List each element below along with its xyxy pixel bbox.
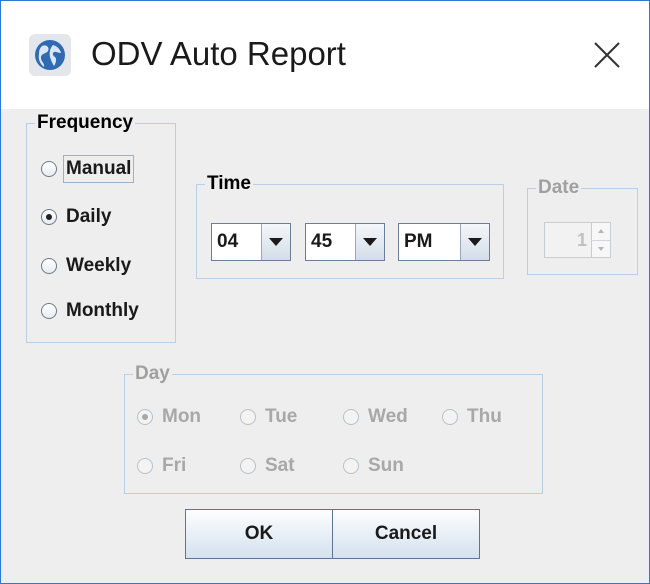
radio-circle[interactable]	[240, 409, 256, 425]
radio-tue-label: Tue	[265, 406, 298, 427]
radio-sun-label: Sun	[368, 455, 404, 476]
radio-circle[interactable]	[41, 303, 57, 319]
radio-thu[interactable]: Thu	[442, 401, 502, 433]
chevron-down-icon[interactable]	[460, 224, 489, 260]
radio-tue[interactable]: Tue	[240, 401, 297, 433]
radio-wed[interactable]: Wed	[343, 401, 408, 433]
radio-thu-label: Thu	[467, 406, 502, 427]
close-icon[interactable]	[589, 37, 625, 73]
radio-circle[interactable]	[240, 458, 256, 474]
radio-circle[interactable]	[41, 258, 57, 274]
spinner-up-icon[interactable]	[592, 223, 610, 241]
chevron-down-icon[interactable]	[261, 224, 290, 260]
radio-circle[interactable]	[41, 209, 57, 225]
hour-value: 04	[217, 231, 239, 252]
hour-select[interactable]: 04	[211, 223, 291, 261]
time-legend: Time	[207, 173, 252, 194]
radio-fri-label: Fri	[162, 455, 187, 476]
radio-weekly[interactable]: Weekly	[41, 250, 131, 282]
radio-sat-label: Sat	[265, 455, 295, 476]
radio-sun[interactable]: Sun	[343, 450, 404, 482]
radio-wed-label: Wed	[368, 406, 408, 427]
day-legend: Day	[135, 363, 170, 384]
minute-select[interactable]: 45	[305, 223, 385, 261]
radio-circle[interactable]	[343, 409, 359, 425]
frequency-legend: Frequency	[37, 112, 134, 133]
radio-daily-label: Daily	[66, 206, 112, 227]
spinner-down-icon[interactable]	[592, 240, 610, 257]
radio-monthly[interactable]: Monthly	[41, 295, 139, 327]
ok-button[interactable]: OK	[185, 509, 333, 559]
radio-circle[interactable]	[343, 458, 359, 474]
radio-weekly-label: Weekly	[66, 255, 132, 276]
cancel-button[interactable]: Cancel	[332, 509, 480, 559]
radio-sat[interactable]: Sat	[240, 450, 295, 482]
radio-manual-label: Manual	[62, 155, 135, 183]
radio-daily[interactable]: Daily	[41, 201, 111, 233]
radio-fri[interactable]: Fri	[137, 450, 186, 482]
date-legend: Date	[538, 177, 580, 198]
dialog-window: ODV Auto Report Frequency Manual Daily W…	[0, 0, 650, 584]
radio-mon[interactable]: Mon	[137, 401, 201, 433]
radio-circle[interactable]	[41, 161, 57, 177]
radio-monthly-label: Monthly	[66, 300, 139, 321]
radio-mon-label: Mon	[162, 406, 202, 427]
ampm-select[interactable]: PM	[398, 223, 490, 261]
radio-circle[interactable]	[137, 458, 153, 474]
ampm-value: PM	[404, 231, 433, 252]
radio-manual[interactable]: Manual	[41, 153, 135, 185]
chevron-down-icon[interactable]	[355, 224, 384, 260]
radio-circle[interactable]	[442, 409, 458, 425]
title-bar[interactable]: ODV Auto Report	[1, 1, 649, 109]
globe-icon	[29, 34, 71, 76]
window-title: ODV Auto Report	[91, 35, 346, 72]
minute-value: 45	[311, 231, 333, 252]
radio-circle[interactable]	[137, 409, 153, 425]
date-value: 1	[576, 229, 587, 250]
date-spinner[interactable]: 1	[544, 222, 611, 258]
